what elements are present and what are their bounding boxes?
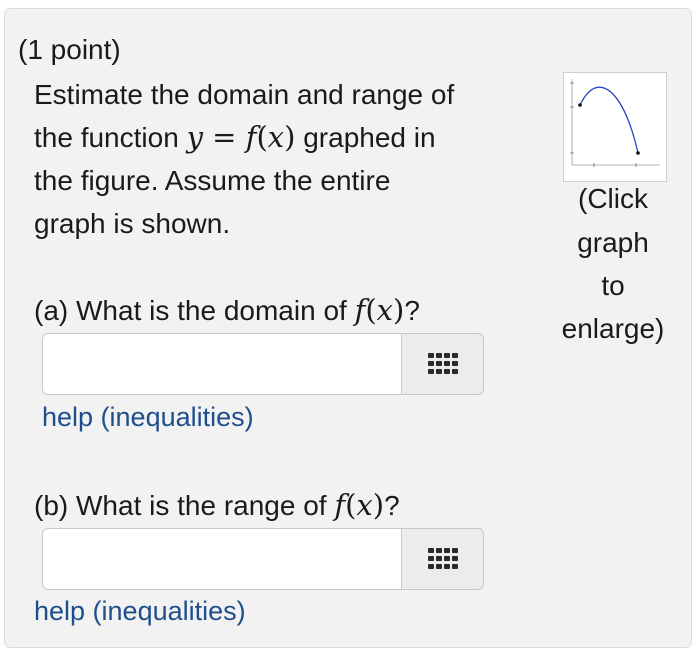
question-b-suffix: ? [384, 490, 400, 521]
statement-line-1: Estimate the domain and range of [34, 79, 455, 110]
math-close-paren: ) [284, 120, 296, 154]
math-open-paren: ( [256, 120, 268, 154]
range-keyboard-button[interactable] [401, 528, 484, 590]
curve-endpoint-left [578, 103, 582, 107]
question-b: (b) What is the range of f(x)? [34, 488, 400, 523]
curve-endpoint-right [636, 151, 640, 155]
math-f: f [334, 488, 346, 522]
math-x: x [376, 293, 393, 327]
statement-text: graphed in [295, 122, 436, 153]
function-curve [579, 86, 639, 154]
math-f: f [245, 120, 257, 154]
math-x: x [267, 120, 285, 154]
question-b-text: (b) What is the range of [34, 490, 335, 521]
math-open-paren: ( [365, 293, 377, 327]
math-close-paren: ) [393, 293, 405, 327]
domain-answer-group [42, 333, 484, 395]
math-close-paren: ) [372, 488, 385, 522]
domain-answer-input[interactable] [42, 333, 402, 395]
statement-line-4: graph is shown. [34, 208, 231, 239]
caption-line-3: to [601, 270, 625, 301]
keyboard-grid-icon [427, 548, 458, 569]
statement-line-2: the function y = f(x) graphed in [34, 120, 436, 155]
keyboard-grid-icon [427, 353, 458, 374]
graph-thumbnail[interactable] [563, 72, 667, 182]
math-x: x [356, 488, 373, 522]
question-a-suffix: ? [404, 295, 420, 326]
statement-line-3: the figure. Assume the entire [34, 165, 391, 196]
math-y: y [186, 120, 203, 154]
range-answer-input[interactable] [42, 528, 402, 590]
caption-line-2: graph [577, 227, 649, 258]
math-open-paren: ( [345, 488, 357, 522]
domain-keyboard-button[interactable] [401, 333, 484, 395]
math-f: f [354, 293, 366, 327]
graph-thumbnail-svg [570, 79, 660, 167]
caption-line-4: enlarge) [561, 313, 665, 344]
question-a: (a) What is the domain of f(x)? [34, 293, 420, 328]
range-answer-group [42, 528, 484, 590]
help-inequalities-link-b[interactable]: help (inequalities) [34, 596, 246, 627]
problem-points: (1 point) [18, 34, 121, 65]
help-inequalities-link-a[interactable]: help (inequalities) [42, 402, 254, 433]
caption-line-1: (Click [578, 183, 648, 214]
statement-text: the function [34, 122, 187, 153]
question-a-text: (a) What is the domain of [34, 295, 355, 326]
math-equals: = [202, 120, 246, 154]
